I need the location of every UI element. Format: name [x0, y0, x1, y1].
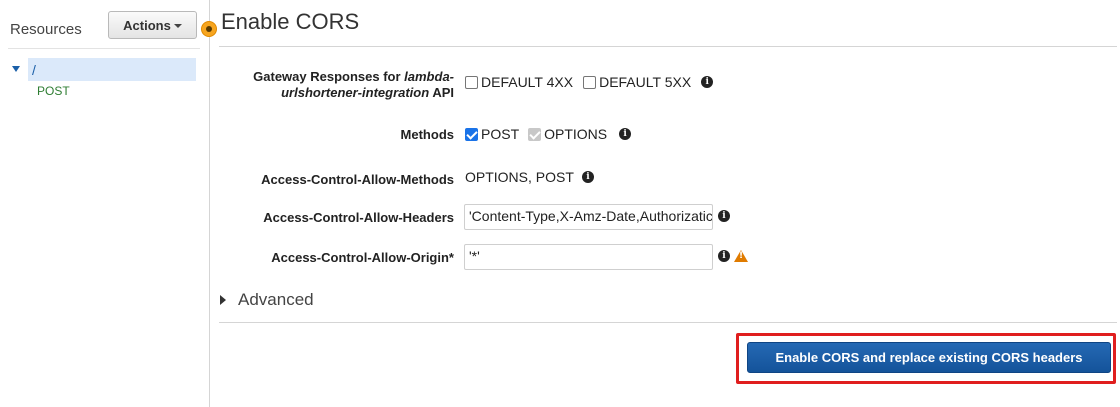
allow-headers-label: Access-Control-Allow-Headers: [263, 210, 454, 225]
tour-hotspot-icon[interactable]: [202, 22, 216, 36]
checkbox-checked[interactable]: [465, 127, 478, 141]
info-icon[interactable]: i: [701, 76, 714, 88]
info-icon[interactable]: i: [619, 128, 632, 140]
actions-button-label: Actions: [123, 17, 171, 33]
actions-button[interactable]: Actions: [108, 11, 197, 39]
allow-headers-input[interactable]: 'Content-Type,X-Amz-Date,Authorizatic: [464, 204, 713, 230]
advanced-label: Advanced: [238, 290, 314, 309]
info-icon[interactable]: i: [718, 250, 730, 262]
resources-label: Resources: [10, 21, 82, 38]
checkbox-box[interactable]: [583, 75, 597, 89]
caret-right-icon: [220, 295, 226, 305]
method-post-checkbox[interactable]: POST: [465, 126, 519, 142]
resource-tree-root[interactable]: /: [28, 58, 196, 81]
info-icon[interactable]: i: [718, 210, 730, 222]
allow-methods-label: Access-Control-Allow-Methods: [261, 172, 454, 187]
allow-origin-label: Access-Control-Allow-Origin*: [271, 250, 454, 265]
enable-cors-button[interactable]: Enable CORS and replace existing CORS he…: [747, 342, 1111, 373]
checkbox-disabled: [528, 127, 542, 141]
methods-field: POST OPTIONS i: [465, 126, 632, 142]
title-divider: [219, 46, 1117, 47]
default-4xx-checkbox[interactable]: DEFAULT 4XX: [465, 74, 573, 90]
checkbox-box[interactable]: [465, 75, 478, 89]
resource-root-label: /: [32, 61, 36, 78]
advanced-toggle[interactable]: Advanced: [220, 290, 314, 310]
warning-icon[interactable]: [734, 250, 748, 262]
resources-panel: Resources Actions / POST: [0, 0, 210, 407]
allow-methods-field: OPTIONS, POST i: [465, 169, 594, 185]
tree-expand-icon[interactable]: [12, 66, 20, 72]
allow-origin-input[interactable]: '*': [464, 244, 713, 270]
allow-methods-value: OPTIONS, POST: [465, 169, 574, 185]
panel-divider: [8, 48, 200, 49]
gateway-responses-field: DEFAULT 4XX DEFAULT 5XX i: [465, 74, 714, 90]
resource-method-post[interactable]: POST: [37, 84, 70, 98]
caret-down-icon: [173, 23, 182, 28]
methods-label: Methods: [400, 127, 454, 142]
page-title: Enable CORS: [221, 9, 360, 34]
info-icon[interactable]: i: [581, 171, 594, 183]
method-options-checkbox: OPTIONS: [528, 126, 607, 142]
default-5xx-checkbox[interactable]: DEFAULT 5XX: [583, 74, 691, 90]
gateway-responses-label: Gateway Responses for lambda-urlshortene…: [253, 69, 454, 100]
section-divider: [219, 322, 1117, 323]
